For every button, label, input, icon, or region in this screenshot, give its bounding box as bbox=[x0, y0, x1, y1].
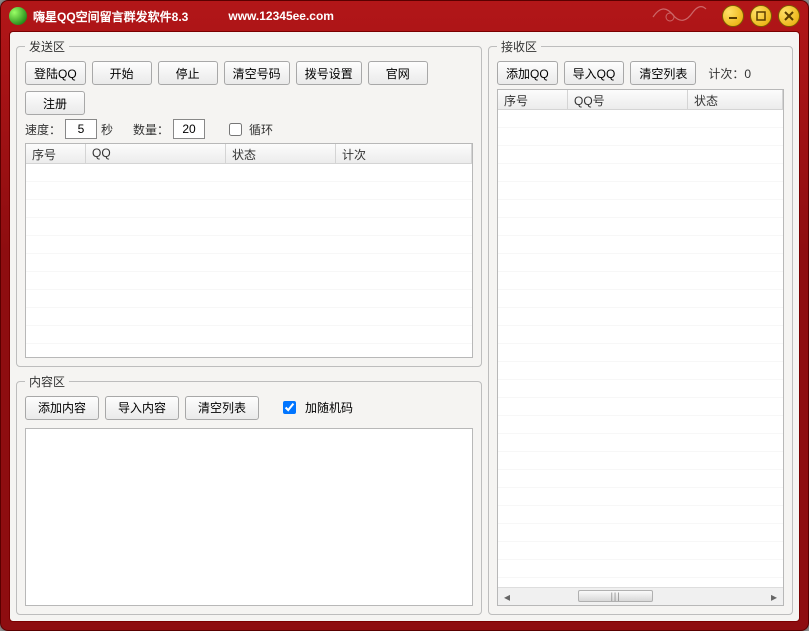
main-window: 嗨星QQ空间留言群发软件8.3 www.12345ee.com 发送区 登陆QQ… bbox=[0, 0, 809, 631]
speed-input[interactable] bbox=[65, 119, 97, 139]
clear-numbers-button[interactable]: 清空号码 bbox=[224, 61, 290, 85]
title-decoration bbox=[648, 0, 708, 27]
maximize-button[interactable] bbox=[750, 5, 772, 27]
add-qq-button[interactable]: 添加QQ bbox=[497, 61, 558, 85]
login-qq-button[interactable]: 登陆QQ bbox=[25, 61, 86, 85]
title-bar[interactable]: 嗨星QQ空间留言群发软件8.3 www.12345ee.com bbox=[1, 1, 808, 31]
clear-recv-button[interactable]: 清空列表 bbox=[630, 61, 696, 85]
content-list[interactable] bbox=[25, 428, 473, 606]
send-col-count[interactable]: 计次 bbox=[336, 144, 472, 163]
receive-legend: 接收区 bbox=[497, 38, 541, 55]
minimize-button[interactable] bbox=[722, 5, 744, 27]
recv-count-value: 0 bbox=[744, 67, 751, 81]
stop-button[interactable]: 停止 bbox=[158, 61, 218, 85]
dial-settings-button[interactable]: 拨号设置 bbox=[296, 61, 362, 85]
recv-col-qq[interactable]: QQ号 bbox=[568, 90, 688, 109]
app-title: 嗨星QQ空间留言群发软件8.3 bbox=[33, 8, 188, 25]
close-button[interactable] bbox=[778, 5, 800, 27]
loop-label: 循环 bbox=[249, 121, 273, 138]
scroll-left-icon[interactable]: ◂ bbox=[498, 588, 516, 605]
speed-label: 速度： bbox=[25, 121, 61, 138]
speed-unit: 秒 bbox=[101, 121, 113, 138]
register-button[interactable]: 注册 bbox=[25, 91, 85, 115]
start-button[interactable]: 开始 bbox=[92, 61, 152, 85]
import-content-button[interactable]: 导入内容 bbox=[105, 396, 179, 420]
send-col-index[interactable]: 序号 bbox=[26, 144, 86, 163]
loop-checkbox[interactable] bbox=[229, 123, 242, 136]
send-group: 发送区 登陆QQ 开始 停止 清空号码 拨号设置 官网 注册 速度： 秒 数量： bbox=[16, 38, 482, 367]
recv-count-label: 计次： bbox=[708, 67, 744, 81]
random-code-label: 加随机码 bbox=[305, 399, 353, 416]
import-qq-button[interactable]: 导入QQ bbox=[564, 61, 625, 85]
receive-hscrollbar[interactable]: ◂ ||| ▸ bbox=[498, 587, 783, 605]
recv-col-state[interactable]: 状态 bbox=[688, 90, 783, 109]
add-content-button[interactable]: 添加内容 bbox=[25, 396, 99, 420]
qty-label: 数量： bbox=[133, 121, 169, 138]
scroll-right-icon[interactable]: ▸ bbox=[765, 588, 783, 605]
send-list-body[interactable] bbox=[26, 164, 472, 357]
clear-content-button[interactable]: 清空列表 bbox=[185, 396, 259, 420]
qty-input[interactable] bbox=[173, 119, 205, 139]
receive-list-body[interactable] bbox=[498, 110, 783, 587]
official-site-button[interactable]: 官网 bbox=[368, 61, 428, 85]
app-url: www.12345ee.com bbox=[228, 9, 334, 23]
send-col-qq[interactable]: QQ bbox=[86, 144, 226, 163]
content-group: 内容区 添加内容 导入内容 清空列表 加随机码 bbox=[16, 373, 482, 615]
scroll-thumb[interactable]: ||| bbox=[578, 590, 653, 602]
app-icon bbox=[9, 7, 27, 25]
client-area: 发送区 登陆QQ 开始 停止 清空号码 拨号设置 官网 注册 速度： 秒 数量： bbox=[9, 31, 800, 622]
receive-group: 接收区 添加QQ 导入QQ 清空列表 计次：0 序号 QQ号 状态 bbox=[488, 38, 793, 615]
send-col-state[interactable]: 状态 bbox=[226, 144, 336, 163]
content-legend: 内容区 bbox=[25, 373, 69, 390]
receive-listview[interactable]: 序号 QQ号 状态 ◂ ||| ▸ bbox=[497, 89, 784, 606]
send-listview[interactable]: 序号 QQ 状态 计次 bbox=[25, 143, 473, 358]
window-controls bbox=[722, 5, 800, 27]
send-legend: 发送区 bbox=[25, 38, 69, 55]
recv-col-index[interactable]: 序号 bbox=[498, 90, 568, 109]
random-code-checkbox[interactable] bbox=[283, 401, 296, 414]
